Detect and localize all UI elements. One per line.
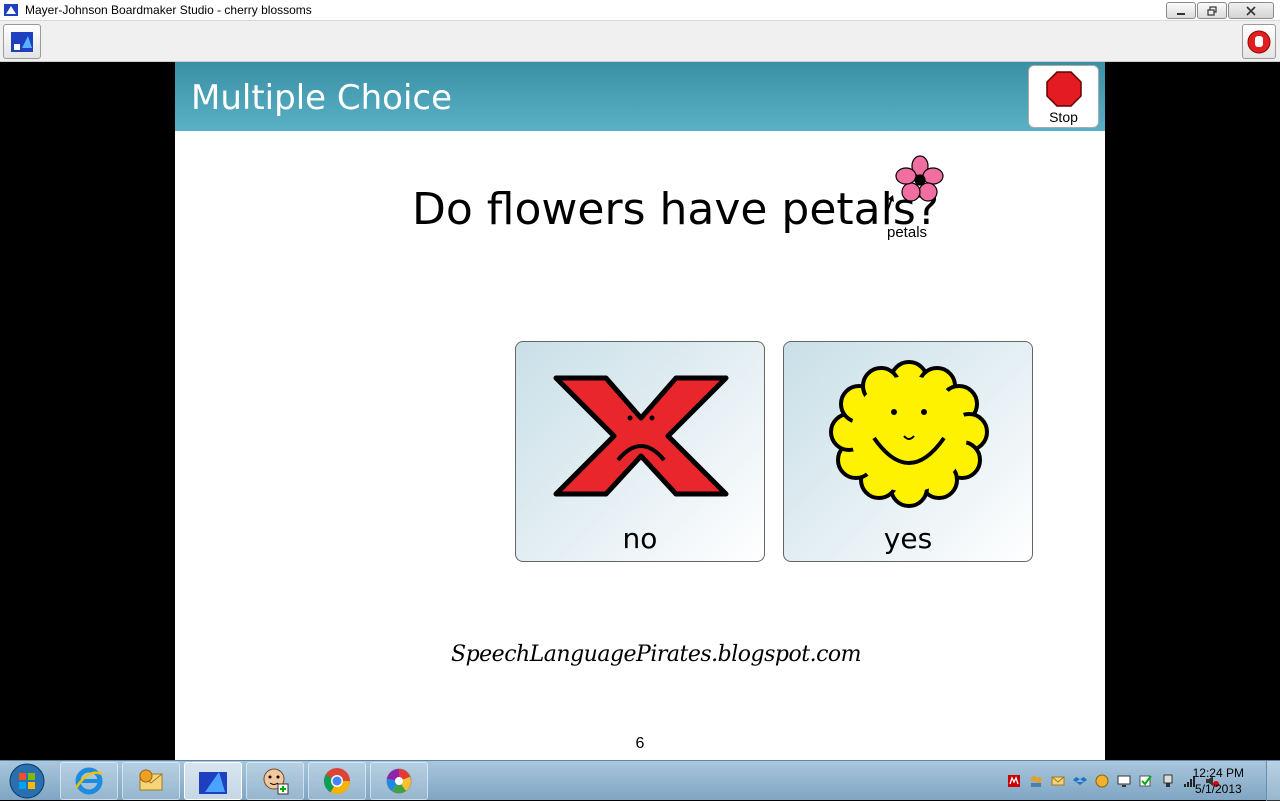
window-titlebar: Mayer-Johnson Boardmaker Studio - cherry… <box>0 0 1280 21</box>
minimize-icon <box>1177 12 1185 15</box>
boardmaker-menu-button[interactable] <box>3 24 41 59</box>
question-text: Do flowers have petals? <box>412 184 940 235</box>
start-button[interactable] <box>4 762 50 800</box>
frowning-x-icon <box>553 375 729 497</box>
activity-slide: Multiple Choice Stop Do flowers have pet… <box>175 62 1105 760</box>
outlook-tray-icon[interactable] <box>1094 773 1110 789</box>
petals-symbol-label: petals <box>887 224 928 241</box>
stop-label: Stop <box>1049 109 1078 125</box>
internet-explorer-icon <box>74 767 103 795</box>
chrome-icon <box>323 768 351 795</box>
close-button[interactable] <box>1228 2 1274 19</box>
page-number: 6 <box>635 735 645 752</box>
minimize-button[interactable] <box>1166 2 1196 19</box>
taskbar-chrome[interactable] <box>308 762 366 800</box>
picasa-icon <box>386 768 412 794</box>
page-title: Multiple Choice <box>191 78 453 118</box>
choice-yes-label: yes <box>883 522 933 555</box>
network-people-icon[interactable] <box>1028 773 1044 789</box>
restore-icon <box>1207 5 1217 16</box>
mail-icon[interactable] <box>1050 773 1066 789</box>
taskbar-internet-explorer[interactable] <box>60 762 118 800</box>
boardmaker-icon <box>199 772 227 794</box>
stop-sign-icon <box>1045 71 1082 107</box>
restore-button[interactable] <box>1197 2 1227 19</box>
windows-taskbar: 12:24 PM 5/1/2013 <box>0 760 1280 801</box>
taskbar-picasa[interactable] <box>370 762 428 800</box>
choice-no-label: no <box>622 522 658 555</box>
mcafee-icon[interactable] <box>1006 773 1022 789</box>
show-desktop-button[interactable] <box>1266 761 1280 801</box>
dropbox-icon[interactable] <box>1072 773 1088 789</box>
choice-no-button[interactable]: no <box>515 341 765 562</box>
clock-time: 12:24 PM <box>1192 766 1244 780</box>
display-icon[interactable] <box>1116 773 1132 789</box>
taskbar-outlook[interactable] <box>122 762 180 800</box>
taskbar-clock[interactable]: 12:24 PM 5/1/2013 <box>1193 765 1244 797</box>
header-band: Multiple Choice <box>175 62 1105 131</box>
clock-date: 5/1/2013 <box>1194 782 1242 796</box>
exit-button[interactable] <box>1242 24 1276 59</box>
windows-logo-icon <box>9 763 45 799</box>
boardmaker-icon <box>11 31 33 52</box>
stop-button[interactable]: Stop <box>1028 65 1099 128</box>
usb-device-icon[interactable] <box>1160 773 1176 789</box>
window-controls <box>1166 2 1274 19</box>
window-title: Mayer-Johnson Boardmaker Studio - cherry… <box>25 3 312 17</box>
credit-text: SpeechLanguagePirates.blogspot.com <box>451 642 862 667</box>
taskbar-speaking-dynamically[interactable] <box>246 762 304 800</box>
outlook-icon <box>139 769 163 791</box>
close-icon <box>1246 5 1256 16</box>
taskbar-boardmaker[interactable] <box>184 762 242 800</box>
smiling-sun-icon <box>829 360 989 508</box>
stop-hand-icon <box>1247 30 1271 53</box>
system-tray <box>1006 761 1220 801</box>
security-check-icon[interactable] <box>1138 773 1154 789</box>
boardmaker-app-icon <box>4 4 18 16</box>
speaking-dynamically-icon <box>263 768 289 795</box>
app-toolbar <box>0 21 1280 62</box>
choice-yes-button[interactable]: yes <box>783 341 1033 562</box>
